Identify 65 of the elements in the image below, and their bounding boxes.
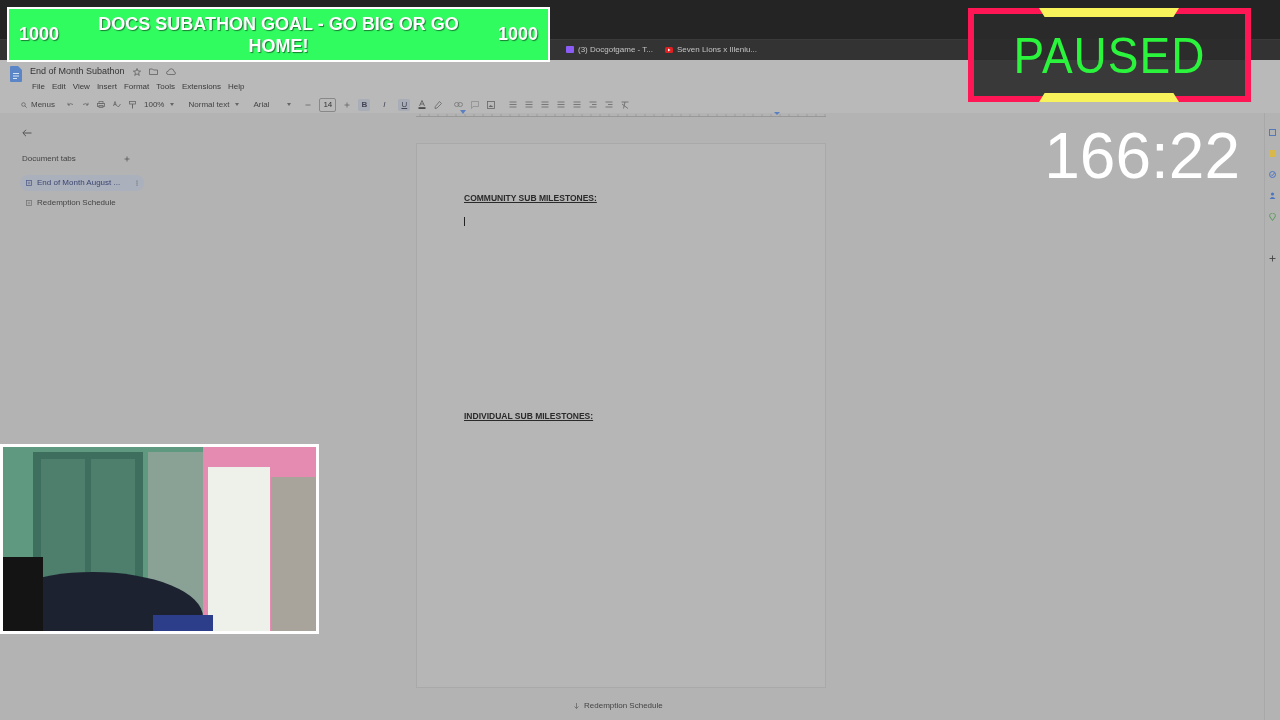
font-size-field[interactable]: 14 — [319, 97, 337, 112]
menu-item[interactable]: Extensions — [181, 80, 222, 93]
menu-item[interactable]: View — [72, 80, 90, 93]
document-title[interactable]: End of Month Subathon — [30, 65, 125, 79]
menu-item[interactable]: Insert — [96, 80, 117, 93]
calendar-icon[interactable] — [1269, 129, 1276, 136]
sidebar-heading: Document tabs — [22, 153, 76, 165]
section-heading: INDIVIDUAL SUB MILESTONES: — [464, 409, 595, 423]
next-tab-button[interactable]: Redemption Schedule — [570, 699, 667, 712]
font-dropdown[interactable]: Arial — [253, 98, 292, 111]
print-icon[interactable] — [97, 101, 105, 108]
comment-icon[interactable] — [471, 100, 480, 109]
menu-item[interactable]: Help — [228, 80, 245, 93]
goal-count: 1000 — [19, 23, 60, 46]
spellcheck-icon[interactable] — [113, 101, 121, 108]
map-pin-icon[interactable] — [1269, 213, 1276, 221]
caret-icon — [170, 103, 175, 106]
bookmark-link[interactable]: Seven Lions x Illeniu... — [677, 44, 758, 56]
format-button[interactable]: B — [358, 98, 371, 111]
tasks-icon[interactable] — [1269, 171, 1276, 178]
countdown-timer: 166:22 — [1044, 120, 1240, 192]
section-heading: COMMUNITY SUB MILESTONES: — [464, 192, 598, 205]
cloud-icon[interactable] — [165, 68, 176, 76]
format-button[interactable]: U — [398, 98, 411, 111]
caret-icon — [287, 103, 292, 106]
down-arrow-icon — [574, 702, 579, 709]
plus-icon[interactable] — [344, 101, 351, 108]
text-cursor — [464, 216, 465, 226]
search-icon — [21, 101, 27, 108]
bookmark-link[interactable]: (3) Docgotgame - T... — [578, 44, 653, 56]
menu-item[interactable]: Tools — [156, 80, 175, 93]
person-icon[interactable] — [1269, 192, 1276, 199]
style-dropdown[interactable]: Normal text — [188, 98, 240, 111]
menus-search[interactable]: Menus — [17, 98, 59, 111]
indent-increase-icon[interactable] — [605, 101, 614, 108]
align-icon[interactable] — [509, 101, 518, 108]
text-color-icon[interactable] — [418, 100, 427, 109]
indent-decrease-icon[interactable] — [589, 101, 598, 108]
plus-icon[interactable] — [1269, 255, 1276, 262]
image-icon[interactable] — [487, 100, 496, 109]
clear-formatting-icon[interactable] — [621, 100, 630, 109]
document-icon — [26, 180, 32, 186]
document-icon — [10, 66, 22, 82]
zoom-dropdown[interactable]: 100% — [144, 98, 175, 111]
caret-icon — [235, 103, 240, 106]
menu-item[interactable]: Format — [123, 80, 150, 93]
back-arrow-icon[interactable] — [22, 129, 32, 137]
paint-format-icon[interactable] — [129, 100, 136, 109]
format-button[interactable]: I — [378, 98, 391, 111]
minus-icon[interactable] — [305, 101, 312, 108]
menu-item[interactable]: Edit — [51, 80, 66, 93]
document-icon — [26, 200, 32, 206]
goal-title: DOCS SUBATHON GOAL - GO BIG OR GO HOME! — [97, 12, 460, 57]
chat-bubble-icon — [566, 46, 574, 54]
paused-label: PAUSED — [1013, 24, 1206, 86]
document-tab[interactable]: Redemption Schedule — [20, 195, 144, 211]
plus-icon[interactable] — [124, 156, 130, 162]
goal-count: 1000 — [497, 23, 538, 46]
menu-item[interactable]: File — [32, 80, 45, 93]
play-icon — [665, 47, 673, 53]
document-tab[interactable]: End of Month August ... — [20, 175, 144, 191]
star-icon[interactable] — [132, 67, 141, 76]
folder-icon[interactable] — [148, 68, 158, 76]
link-icon[interactable] — [454, 102, 464, 107]
highlighter-icon[interactable] — [434, 100, 443, 109]
